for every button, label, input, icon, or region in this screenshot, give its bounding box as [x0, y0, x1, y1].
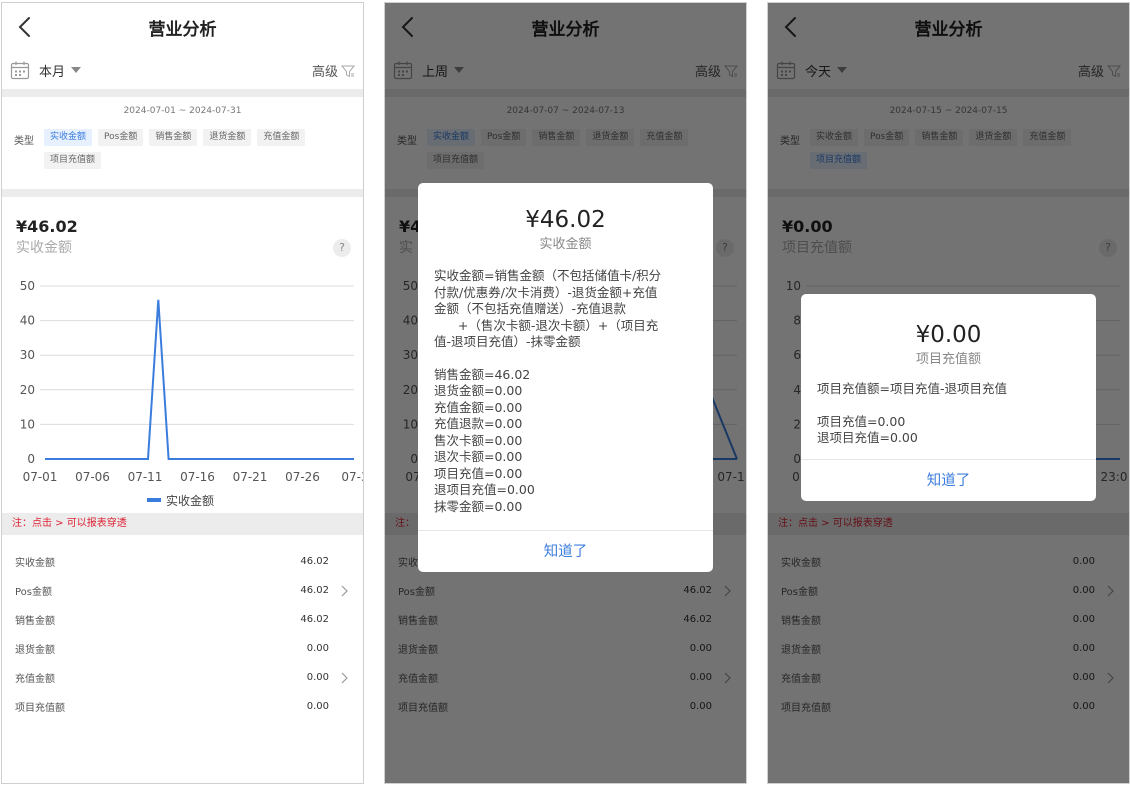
phone-panel-3: 营业分析今天高级2024-07-15 ~ 2024-07-15类型实收金额Pos…	[767, 2, 1130, 784]
metric-value: 46.02	[300, 614, 329, 625]
divider	[2, 89, 363, 97]
amount-label: 实收金额	[16, 240, 72, 256]
dialog-formula: 实收金额=销售金额（不包括储值卡/积分 付款/优惠券/次卡消费）-退货金额+充值金…	[418, 268, 713, 351]
x-tick-label: 07-11	[128, 470, 163, 484]
list-item[interactable]: Pos金额 46.02	[2, 576, 363, 605]
list-item: 销售金额 46.02	[2, 605, 363, 634]
formula-line: 金额（不包括充值赠送）-充值退款	[434, 301, 627, 316]
line-chart: 0 10 20 30 40 50 07-01 07-06 07-11 07-16 07-21 07-2…	[2, 275, 363, 513]
legend-label[interactable]: 实收金额	[166, 493, 214, 508]
stage: 营业分析 本月 高级 2024-07-01 ~ 2024-07-31 类型 实收金额 Pos…	[0, 0, 1130, 786]
metric-value: 46.02	[300, 585, 329, 596]
metric-value: 46.02	[300, 556, 329, 567]
divider	[2, 189, 363, 197]
list-item: 项目充值额 0.00	[2, 692, 363, 721]
y-tick-label: 10	[20, 417, 35, 431]
metric-label: 充值金额	[15, 674, 55, 685]
formula-line: 值-退项目充值）-抹零金额	[434, 334, 581, 349]
breakdown-line: 退货金额=0.00	[434, 383, 523, 398]
info-dialog: ¥46.02 实收金额实收金额=销售金额（不包括储值卡/积分 付款/优惠券/次卡消费…	[418, 183, 713, 572]
breakdown-line: 售次卡额=0.00	[434, 432, 523, 448]
x-tick-label: 07-21	[233, 470, 268, 484]
x-tick-label: 07-06	[75, 470, 110, 484]
metric-label: 退货金额	[15, 645, 55, 656]
dialog-subtitle: 项目充值额	[915, 352, 981, 367]
y-tick-label: 20	[20, 383, 35, 397]
x-tick-label: 07-16	[180, 470, 215, 484]
dialog-subtitle: 实收金额	[539, 237, 592, 252]
legend-swatch	[147, 498, 161, 502]
phone-panel-1: 营业分析 本月 高级 2024-07-01 ~ 2024-07-31 类型 实收金额 Pos…	[1, 2, 364, 784]
metrics-list: 实收金额 46.02 Pos金额 46.02 销售金额 46.02 退货金额 0.00 充值金额…	[2, 535, 363, 721]
type-chip[interactable]: 销售金额	[149, 129, 198, 146]
summary-card: ¥46.02 实收金额?	[2, 197, 363, 275]
page-title: 营业分析	[148, 19, 217, 40]
breakdown-line: 退项目充值=0.00	[434, 482, 535, 497]
x-tick-label: 07-01	[23, 470, 58, 484]
metric-label: Pos金额	[15, 587, 53, 598]
y-tick-label: 30	[20, 348, 35, 362]
nav-bar: 营业分析	[2, 3, 363, 51]
series-line	[45, 299, 354, 460]
advanced-filter-button[interactable]: 高级	[312, 61, 338, 80]
x-tick-label: 07-26	[285, 470, 320, 484]
y-tick-label: 40	[20, 314, 35, 328]
type-chip[interactable]: Pos金额	[98, 129, 144, 146]
y-tick-label: 50	[20, 279, 35, 293]
date-range: 2024-07-01 ~ 2024-07-31	[123, 106, 242, 116]
breakdown-line: 销售金额=46.02	[434, 366, 531, 382]
breakdown-line: 退次卡额=0.00	[434, 449, 523, 464]
dialog-amount: ¥0.00	[915, 322, 982, 348]
breakdown-line: 退项目充值=0.00	[817, 430, 918, 445]
type-chip[interactable]: 项目充值额	[44, 152, 102, 169]
formula-line: +（售次卡额-退次卡额）+（项目充	[434, 317, 659, 333]
formula-line: 项目充值额=项目充值-退项目充值	[817, 381, 1007, 396]
chevron-right-icon[interactable]	[337, 585, 351, 597]
list-item[interactable]: 充值金额 0.00	[2, 663, 363, 692]
confirm-button[interactable]: 知道了	[801, 459, 1096, 501]
type-label: 类型	[14, 136, 34, 147]
chevron-right-icon[interactable]	[337, 672, 351, 684]
metric-value: 0.00	[306, 672, 329, 683]
dialog-formula: 项目充值额=项目充值-退项目充值	[801, 381, 1096, 398]
dialog-amount: ¥46.02	[525, 207, 606, 233]
breakdown-line: 充值金额=0.00	[434, 399, 523, 415]
metric-label: 项目充值额	[15, 703, 65, 714]
type-chips: 实收金额 Pos金额销售金额退货金额充值金额项目充值额	[44, 129, 351, 189]
info-dialog: ¥0.00 项目充值额 项目充值额=项目充值-退项目充值 项目充值=0.00 退项目充值…	[801, 294, 1096, 501]
filter-bar: 本月 高级	[2, 51, 363, 89]
list-item: 退货金额 0.00	[2, 634, 363, 663]
period-select[interactable]: 本月	[39, 61, 65, 80]
metric-label: 实收金额	[15, 558, 55, 569]
dialog-breakdown: 项目充值=0.00 退项目充值=0.00	[801, 414, 1096, 447]
breakdown-line: 项目充值=0.00	[817, 413, 906, 429]
x-tick-label: 07-3	[341, 470, 363, 484]
funnel-icon[interactable]	[340, 63, 356, 78]
drilldown-note: 注：点击 > 可以报表穿透	[2, 513, 363, 535]
dialog-breakdown: 销售金额=46.02 退货金额=0.00 充值金额=0.00 充值退款=0.00 售次卡…	[418, 367, 713, 516]
back-arrow-icon[interactable]	[14, 15, 36, 39]
breakdown-line: 充值退款=0.00	[434, 416, 523, 431]
breakdown-line: 抹零金额=0.00	[434, 498, 523, 514]
metric-value: 0.00	[306, 701, 329, 712]
breakdown-line: 项目充值=0.00	[434, 465, 523, 481]
phone-panel-2: 营业分析上周高级2024-07-07 ~ 2024-07-13类型实收金额Pos…	[384, 2, 747, 784]
total-amount: ¥46.02	[16, 217, 78, 236]
type-chip[interactable]: 实收金额	[44, 129, 93, 146]
confirm-button[interactable]: 知道了	[418, 530, 713, 572]
type-chip[interactable]: 退货金额	[203, 129, 252, 146]
caret-down-icon[interactable]	[71, 67, 82, 73]
chart-svg: 0 10 20 30 40 50 07-01 07-06 07-11 07-16 07-21 07-2…	[20, 279, 363, 508]
metric-value: 0.00	[306, 643, 329, 654]
y-tick-label: 0	[27, 452, 35, 466]
type-filter: 类型实收金额 Pos金额销售金额退货金额充值金额项目充值额	[2, 125, 363, 189]
calendar-icon[interactable]	[10, 60, 30, 80]
formula-line: 付款/优惠券/次卡消费）-退货金额+充值	[434, 284, 658, 300]
formula-line: 实收金额=销售金额（不包括储值卡/积分	[434, 268, 662, 283]
type-chip[interactable]: 充值金额	[257, 129, 306, 146]
help-icon[interactable]: ?	[333, 239, 351, 257]
list-item: 实收金额 46.02	[2, 547, 363, 576]
metric-label: 销售金额	[15, 616, 55, 627]
